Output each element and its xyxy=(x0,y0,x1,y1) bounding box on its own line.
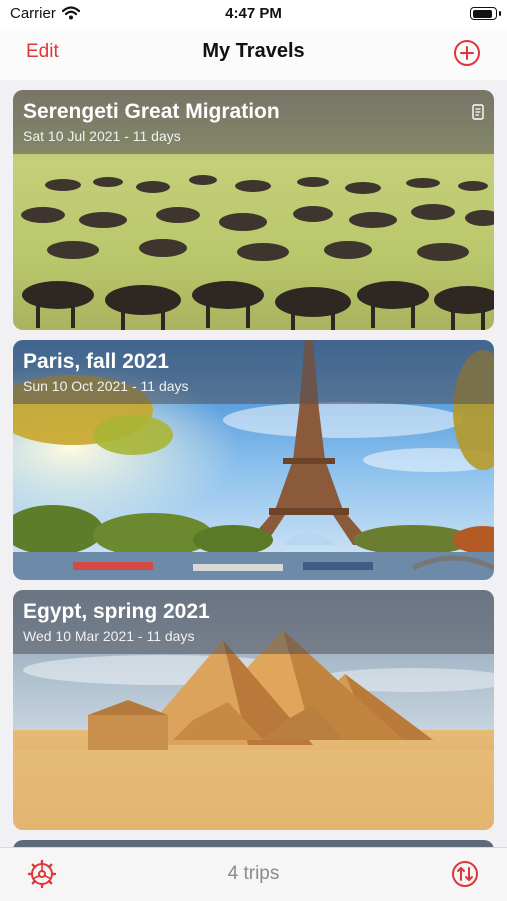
sort-button[interactable] xyxy=(450,859,480,889)
add-trip-button[interactable] xyxy=(453,39,481,67)
navigation-bar: Edit My Travels xyxy=(0,28,507,81)
trip-card[interactable]: Egypt, spring 2021 Wed 10 Mar 2021 - 11 … xyxy=(13,590,494,830)
trip-card[interactable] xyxy=(13,840,494,847)
clock: 4:47 PM xyxy=(225,5,282,22)
status-bar: Carrier 4:47 PM xyxy=(0,0,507,28)
sort-arrows-icon xyxy=(452,861,478,887)
plus-circle-icon xyxy=(454,40,480,66)
trip-title: Serengeti Great Migration xyxy=(23,100,280,123)
trip-list[interactable]: Serengeti Great Migration Sat 10 Jul 202… xyxy=(0,80,507,847)
notes-icon xyxy=(472,104,484,125)
trip-dates: Sat 10 Jul 2021 - 11 days xyxy=(23,128,181,144)
trip-dates: Sun 10 Oct 2021 - 11 days xyxy=(23,378,189,394)
trip-title: Paris, fall 2021 xyxy=(23,350,169,373)
battery-cap xyxy=(499,11,501,16)
page-title: My Travels xyxy=(202,40,305,62)
bottom-toolbar: 4 trips xyxy=(0,847,507,901)
trip-count-label: 4 trips xyxy=(227,863,280,884)
battery-icon xyxy=(470,7,497,20)
trip-title: Egypt, spring 2021 xyxy=(23,600,210,623)
trip-dates: Wed 10 Mar 2021 - 11 days xyxy=(23,628,195,644)
trip-card[interactable]: Serengeti Great Migration Sat 10 Jul 202… xyxy=(13,90,494,330)
trip-card[interactable]: Paris, fall 2021 Sun 10 Oct 2021 - 11 da… xyxy=(13,340,494,580)
